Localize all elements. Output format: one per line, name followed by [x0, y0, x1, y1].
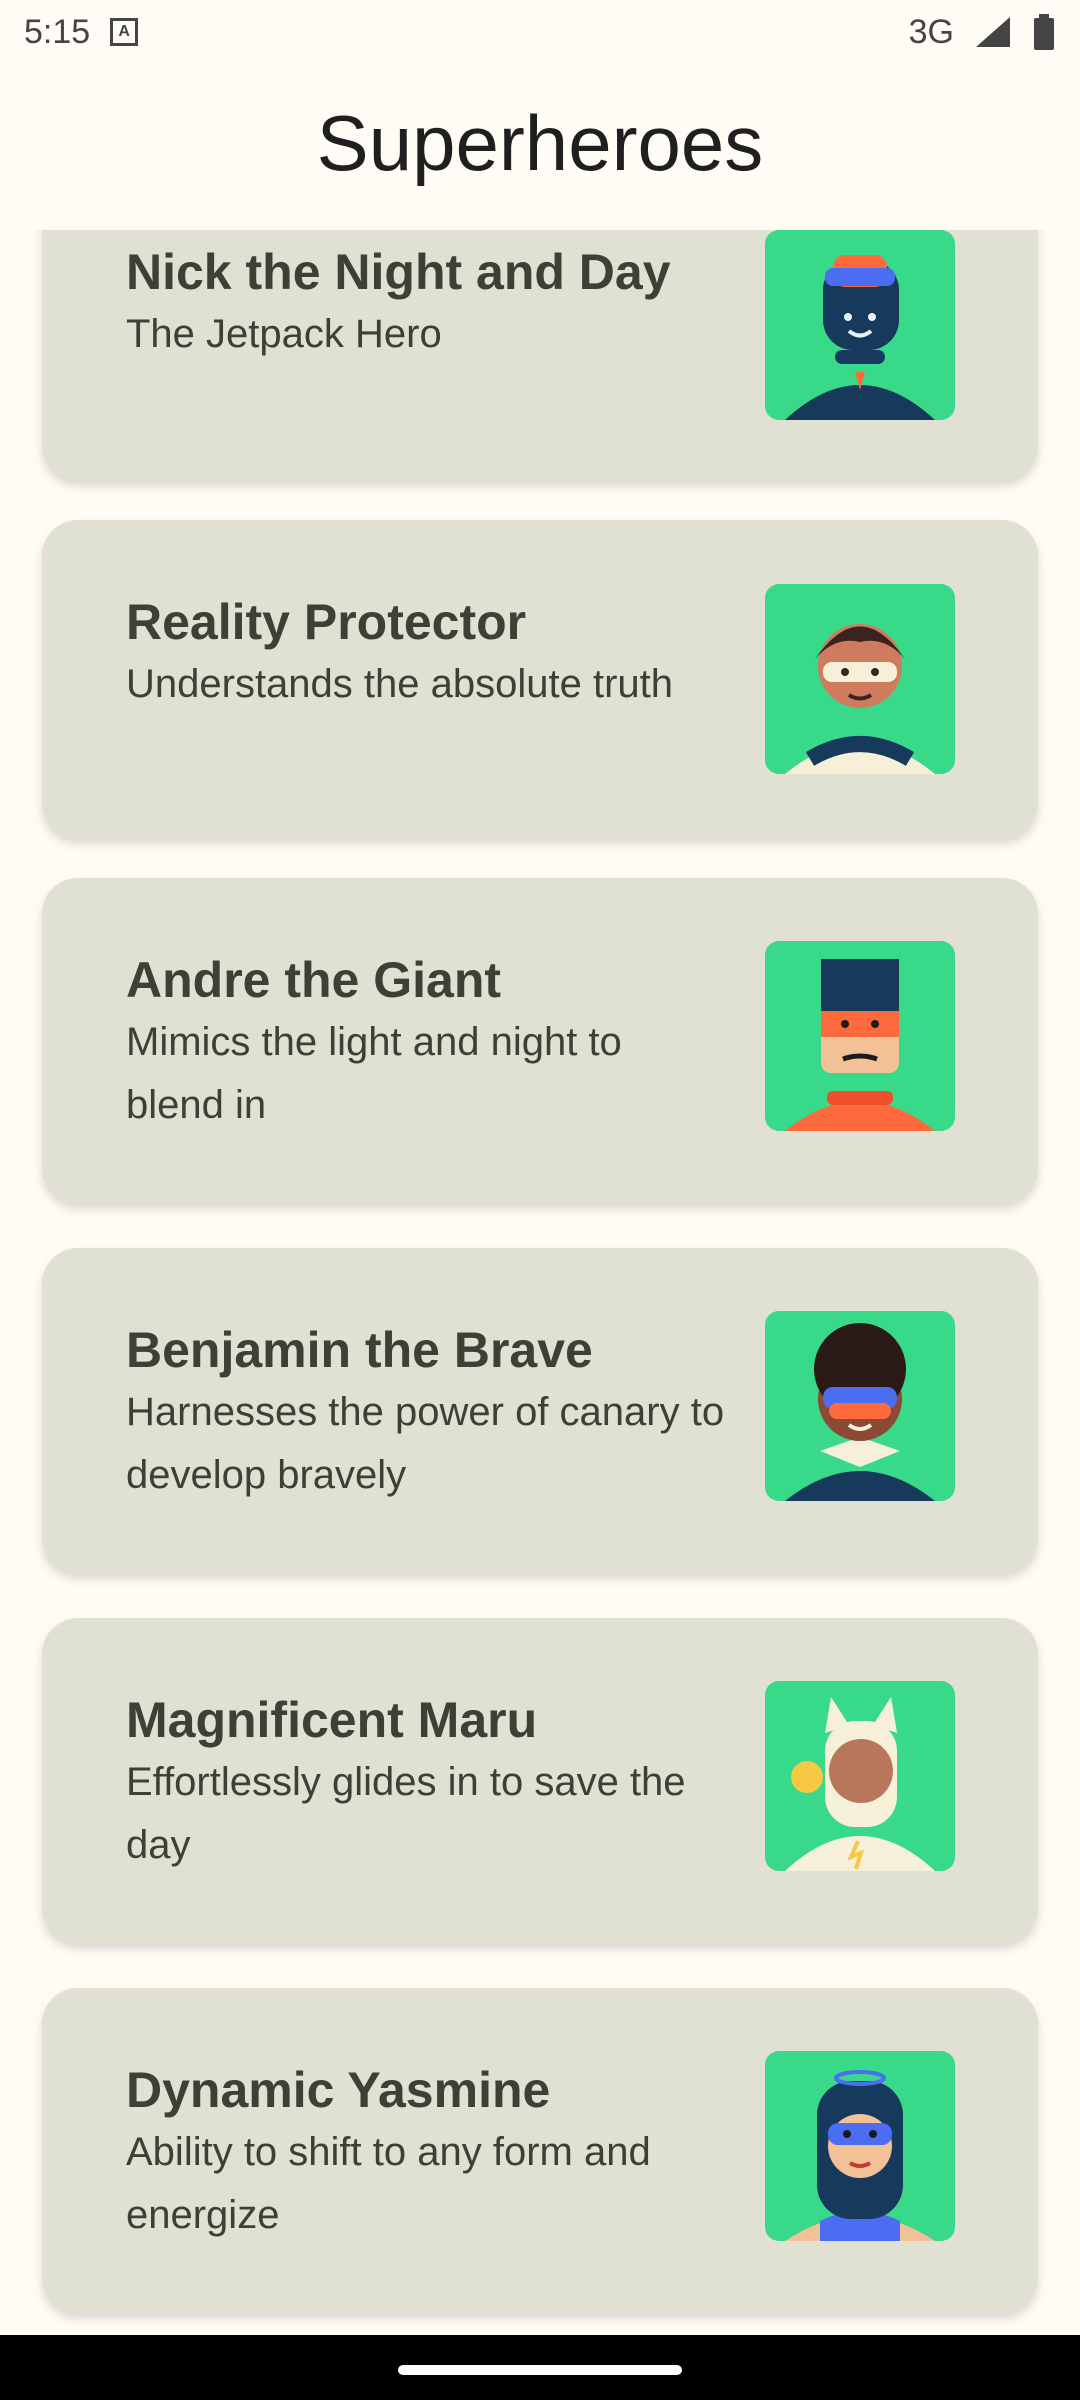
hero-avatar: [765, 584, 955, 774]
home-gesture-handle[interactable]: [398, 2365, 682, 2375]
hero-description: The Jetpack Hero: [126, 312, 442, 356]
network-label: 3G: [908, 12, 954, 51]
status-bar: 5:15 A 3G: [0, 0, 1080, 64]
hero-list[interactable]: Nick the Night and Day The Jetpack Hero …: [0, 230, 1080, 2335]
hero-avatar-art: [785, 624, 935, 774]
hero-avatar: [765, 230, 955, 420]
hero-card[interactable]: Andre the Giant Mimics the light and nig…: [42, 878, 1038, 1203]
hero-avatar-art: [785, 255, 935, 420]
hero-name: Andre the Giant: [126, 952, 502, 1008]
hero-description: Effortlessly glides in to save the day: [126, 1760, 686, 1867]
hero-description: Mimics the light and night to blend in: [126, 1020, 622, 1127]
status-time: 5:15: [24, 12, 91, 51]
hero-avatar: [765, 1311, 955, 1501]
hero-avatar: [765, 941, 955, 1131]
hero-name: Dynamic Yasmine: [126, 2062, 551, 2118]
hero-name: Benjamin the Brave: [126, 1322, 593, 1378]
signal-icon: [976, 17, 1010, 47]
hero-avatar: [765, 1681, 955, 1871]
hero-name: Reality Protector: [126, 594, 527, 650]
keyboard-icon: A: [110, 18, 139, 46]
hero-card[interactable]: Dynamic Yasmine Ability to shift to any …: [42, 1988, 1038, 2313]
navigation-bar: [0, 2335, 1080, 2400]
battery-icon: [1034, 14, 1054, 50]
hero-avatar-art: [785, 959, 935, 1131]
hero-card[interactable]: Benjamin the Brave Harnesses the power o…: [42, 1248, 1038, 1573]
hero-avatar-art: [785, 2070, 935, 2241]
app-title: Superheroes: [316, 99, 764, 187]
hero-name: Magnificent Maru: [126, 1692, 538, 1748]
status-left: 5:15 A: [24, 12, 139, 52]
hero-card[interactable]: Reality Protector Understands the absolu…: [42, 520, 1038, 838]
status-right: 3G: [909, 13, 1056, 52]
hero-avatar: [765, 2051, 955, 2241]
hero-avatar-art: [785, 1697, 935, 1871]
hero-card[interactable]: Nick the Night and Day The Jetpack Hero: [42, 230, 1038, 480]
hero-description: Harnesses the power of canary to develop…: [126, 1390, 725, 1497]
hero-description: Understands the absolute truth: [126, 662, 674, 706]
hero-card[interactable]: Magnificent Maru Effortlessly glides in …: [42, 1618, 1038, 1943]
hero-avatar-art: [785, 1323, 935, 1501]
hero-description: Ability to shift to any form and energiz…: [126, 2130, 651, 2237]
hero-name: Nick the Night and Day: [126, 244, 671, 300]
